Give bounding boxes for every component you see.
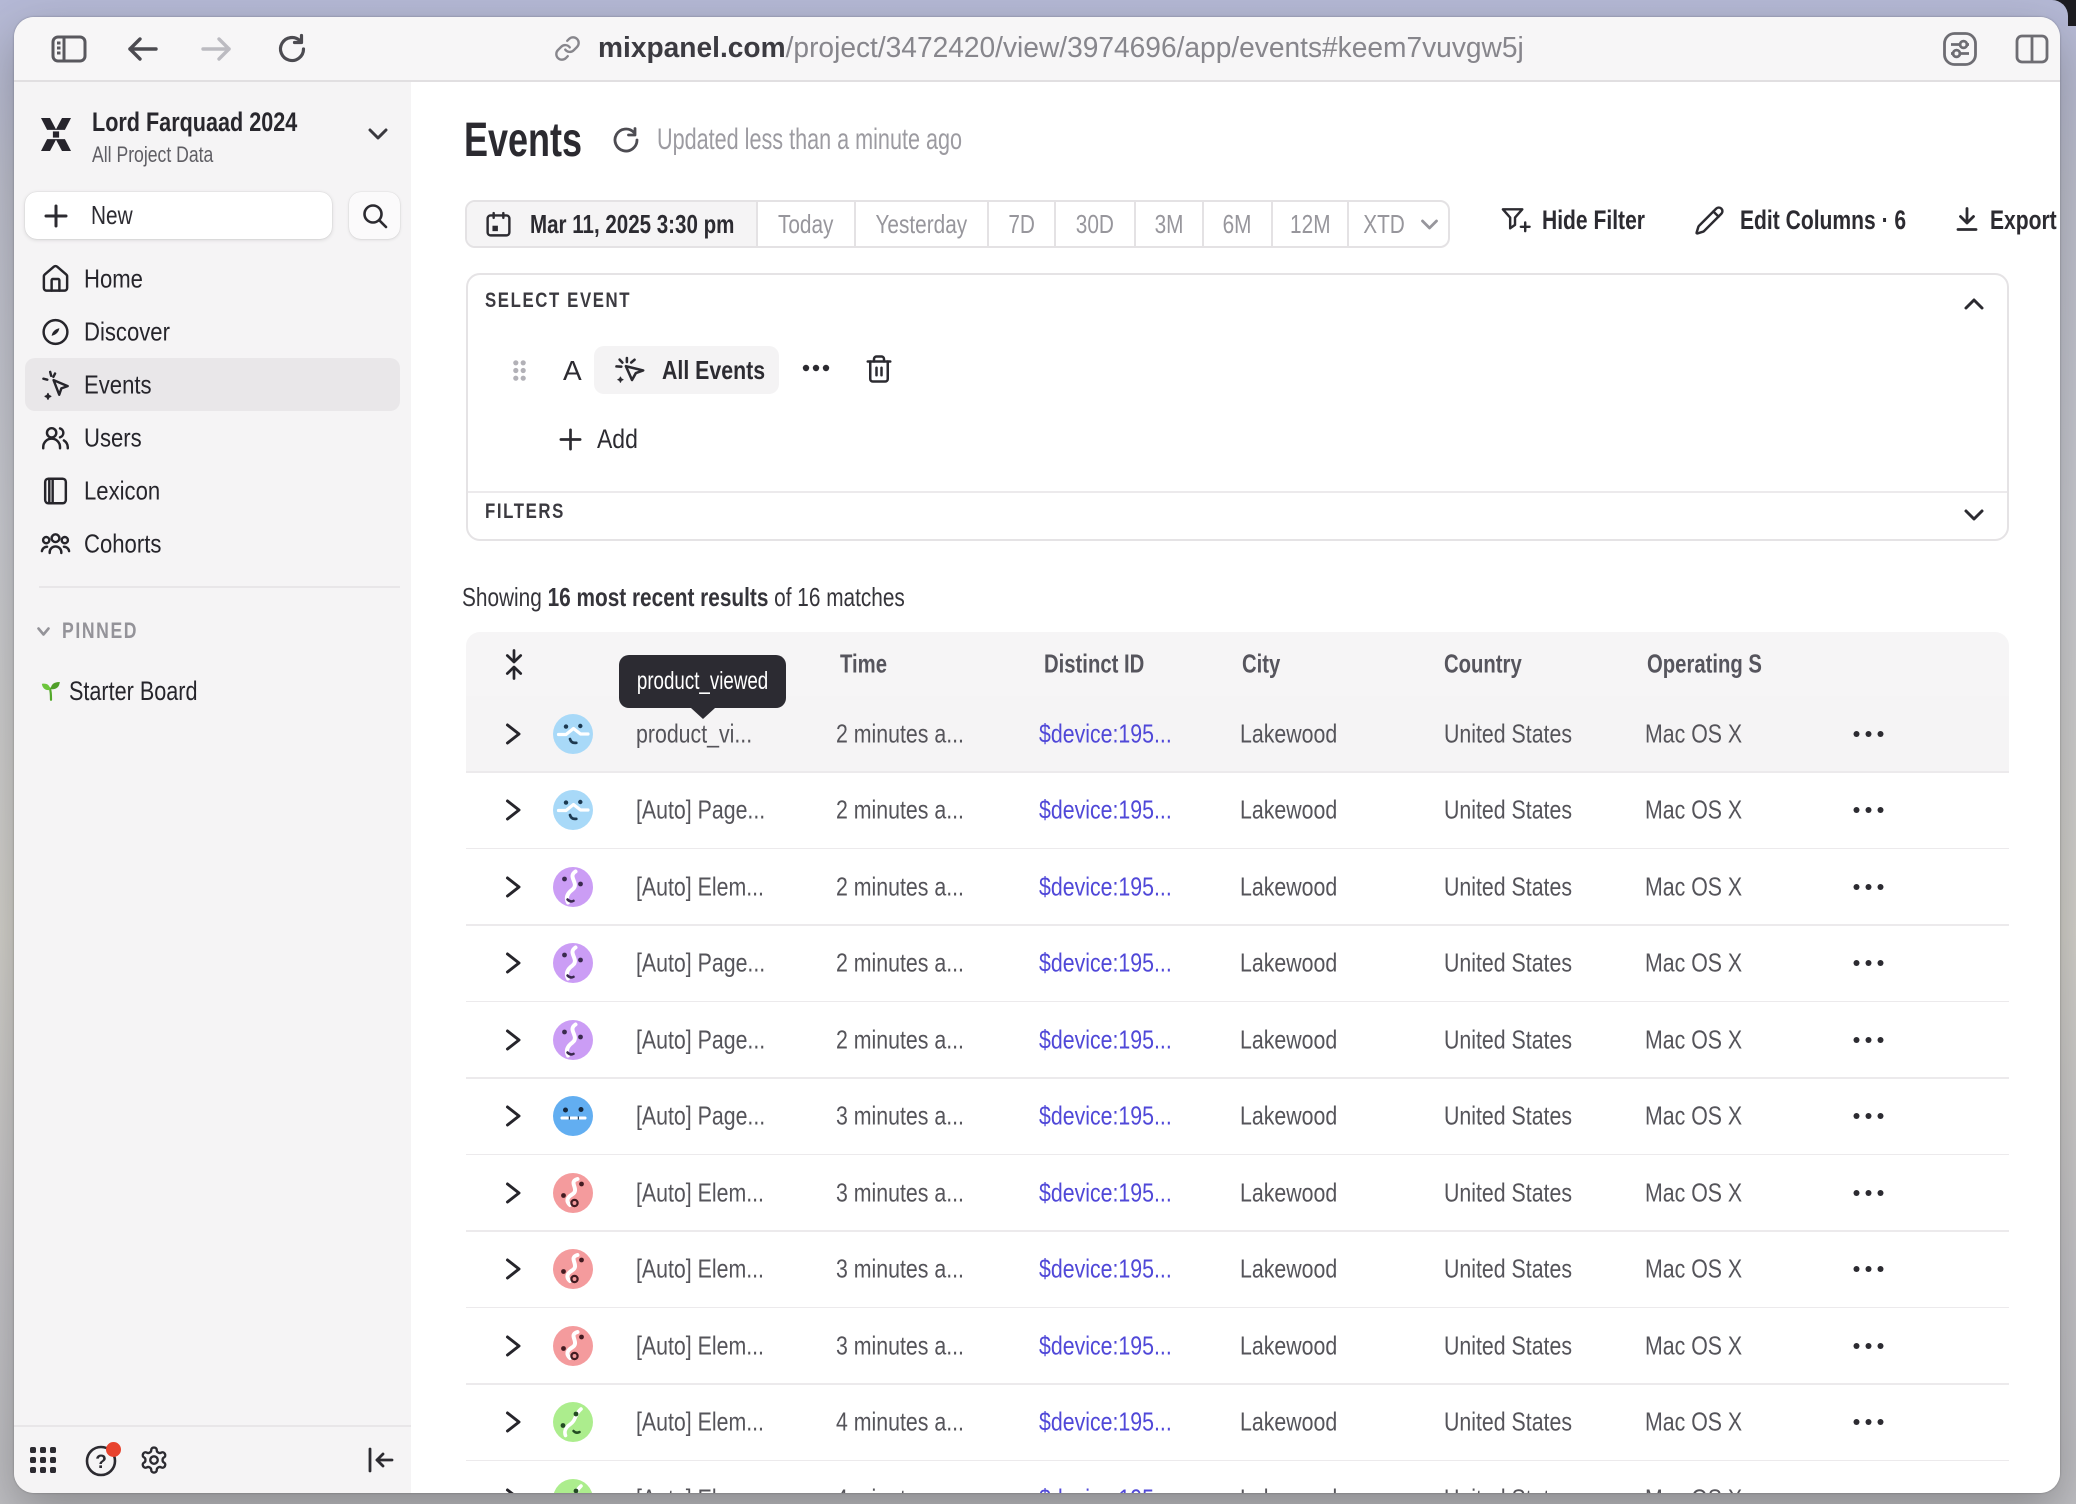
svg-text:?: ? (95, 1452, 107, 1473)
